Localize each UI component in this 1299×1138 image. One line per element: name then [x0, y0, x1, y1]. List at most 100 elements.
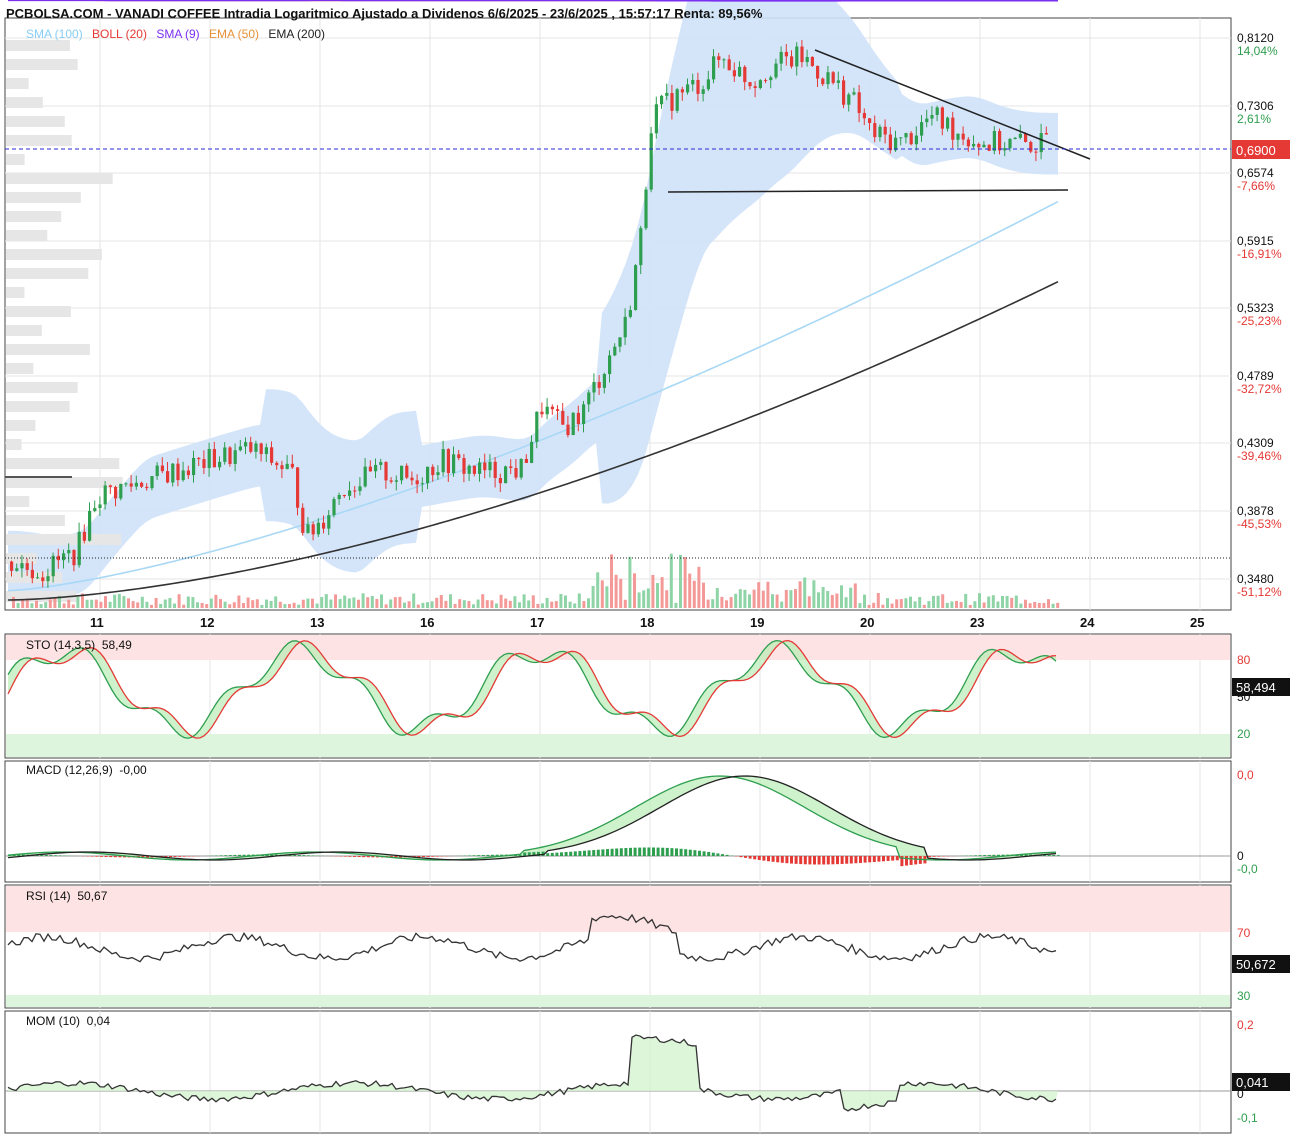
candle-body — [420, 483, 424, 485]
volume-bar — [444, 600, 448, 608]
volume-bar — [679, 554, 682, 608]
macd-histogram-bar — [974, 855, 977, 856]
volume-bar — [600, 580, 604, 608]
candle-body — [800, 46, 804, 63]
candle-body — [353, 490, 357, 492]
mom-level-top: 0,2 — [1237, 1018, 1254, 1032]
volume-bar — [545, 597, 549, 608]
volume-bar — [959, 602, 963, 608]
volume-bar — [421, 602, 425, 608]
candle-body — [847, 94, 851, 105]
volume-bar — [752, 589, 756, 608]
macd-histogram-bar — [224, 855, 228, 856]
price-tick-label: 0,7306 — [1237, 99, 1274, 113]
volume-bar — [780, 601, 784, 608]
candle-body — [712, 56, 716, 80]
macd-histogram-bar — [665, 847, 669, 856]
macd-histogram-bar — [1052, 855, 1056, 856]
candle-body — [270, 447, 274, 463]
volume-bar — [876, 593, 880, 608]
x-axis-label: 20 — [860, 615, 874, 630]
volume-bar — [761, 590, 765, 608]
volume-bar — [76, 596, 80, 608]
rsi-last-text: 50,672 — [1236, 957, 1276, 972]
candle-body — [67, 550, 71, 554]
candle-body — [956, 133, 960, 140]
candle-body — [862, 112, 866, 119]
candle-body — [452, 454, 456, 474]
volume-bar — [591, 585, 595, 608]
volume-bar — [605, 586, 609, 608]
candle-body — [108, 485, 112, 487]
volume-bar — [826, 591, 830, 608]
candle-body — [649, 133, 653, 190]
candle-body — [368, 466, 372, 472]
macd-histogram-bar — [44, 854, 48, 856]
volume-bar — [347, 598, 351, 608]
candle-body — [784, 51, 788, 57]
volume-bar — [909, 596, 912, 608]
volume-bar — [462, 600, 466, 608]
candle-body — [561, 411, 565, 425]
candle-body — [233, 450, 237, 464]
volume-bar — [991, 595, 995, 608]
volume-bar — [334, 594, 337, 608]
volume-bar — [35, 600, 38, 608]
candle-body — [654, 104, 658, 134]
candle-body — [384, 462, 388, 481]
macd-histogram-bar — [872, 856, 876, 862]
candle-body — [446, 449, 450, 474]
volume-profile-bar — [6, 116, 65, 127]
pct-tick-label: -51,12% — [1237, 585, 1282, 599]
macd-histogram-bar — [684, 849, 688, 856]
volume-profile-bar — [6, 59, 78, 70]
volume-bar — [886, 598, 889, 608]
candle-body — [940, 107, 944, 129]
volume-bar — [416, 604, 420, 608]
volume-bar — [642, 590, 646, 608]
volume-bar — [656, 583, 659, 608]
macd-histogram-bar — [173, 856, 177, 857]
x-axis-label: 24 — [1080, 615, 1095, 630]
candle-body — [556, 409, 560, 412]
candle-body — [743, 66, 747, 83]
volume-bar — [623, 599, 627, 608]
volume-profile-bar — [6, 496, 30, 507]
volume-profile-bar — [6, 363, 34, 374]
macd-histogram-bar — [426, 856, 430, 857]
volume-bar — [863, 594, 866, 608]
volume-bar — [223, 601, 227, 608]
macd-histogram-bar — [523, 852, 527, 856]
candle-body — [509, 466, 513, 469]
macd-histogram-bar — [845, 856, 849, 864]
candle-body — [363, 466, 367, 487]
macd-histogram-bar — [228, 855, 232, 856]
candle-body — [145, 486, 149, 489]
macd-histogram-bar — [1056, 855, 1060, 856]
candle-body — [415, 480, 419, 485]
macd-histogram-bar — [739, 856, 743, 858]
candle-body — [322, 522, 326, 529]
candle-body — [774, 63, 778, 78]
macd-histogram-bar — [104, 856, 108, 857]
volume-bar — [393, 597, 397, 608]
volume-bar — [945, 602, 949, 608]
mom-last-text: 0,041 — [1236, 1075, 1269, 1090]
volume-bar — [895, 599, 899, 608]
macd-histogram-bar — [477, 855, 481, 856]
macd-histogram-bar — [854, 856, 858, 864]
volume-bar — [117, 593, 121, 608]
volume-bar — [85, 599, 89, 608]
candle-body — [998, 130, 1002, 151]
macd-histogram-bar — [675, 848, 678, 856]
candle-body — [150, 476, 154, 489]
candle-body — [400, 465, 404, 481]
volume-bar — [835, 593, 839, 608]
candle-body — [316, 522, 320, 535]
legend-boll: BOLL (20) — [92, 27, 147, 41]
candle-body — [51, 555, 55, 577]
volume-bar — [53, 597, 57, 608]
volume-bar — [173, 603, 176, 608]
macd-histogram-bar — [670, 848, 674, 856]
volume-bar — [214, 594, 218, 608]
